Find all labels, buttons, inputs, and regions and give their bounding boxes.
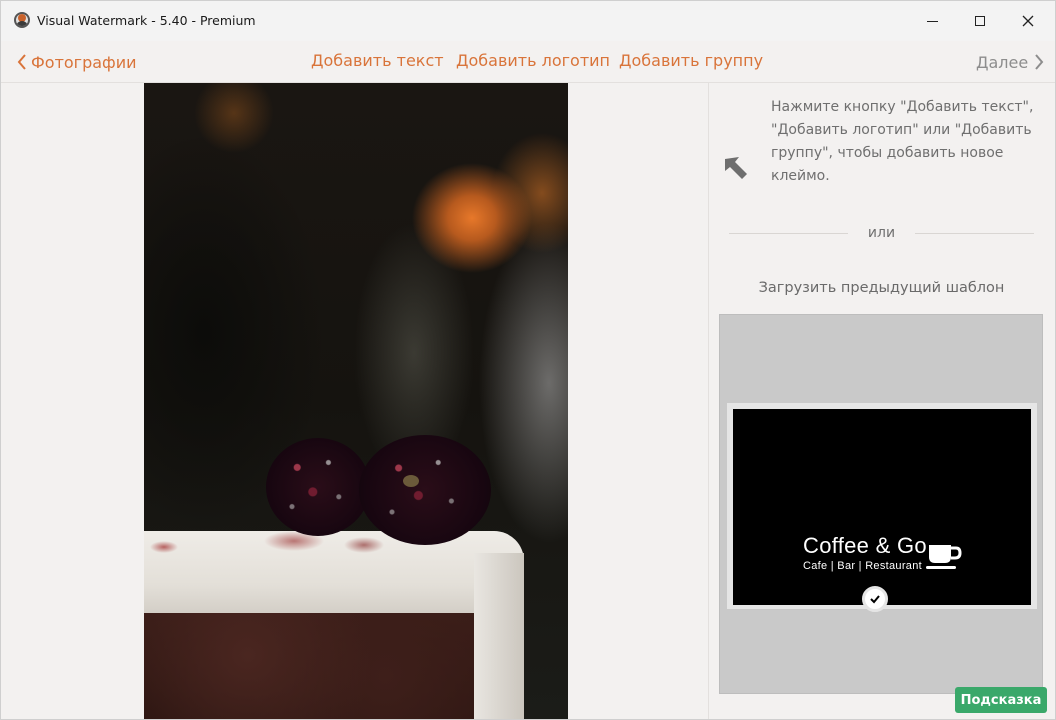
photo-preview[interactable] — [144, 83, 568, 719]
minimize-button[interactable] — [909, 1, 955, 41]
template-logo: Coffee & Go Cafe | Bar | Restaurant — [803, 533, 927, 572]
cake-frosting — [144, 531, 524, 621]
divider-line — [729, 232, 848, 234]
add-text-button[interactable]: Добавить текст — [311, 51, 444, 70]
back-to-photos-button[interactable]: Фотографии — [17, 51, 137, 73]
template-logo-subtitle: Cafe | Bar | Restaurant — [803, 560, 922, 572]
help-button[interactable]: Подсказка — [955, 687, 1047, 713]
main-toolbar: Фотографии Добавить текст Добавить логот… — [1, 41, 1055, 83]
add-logo-button[interactable]: Добавить логотип — [456, 51, 610, 70]
blackberry — [359, 435, 491, 545]
or-divider: или — [729, 223, 1034, 243]
close-button[interactable] — [1005, 1, 1051, 41]
close-icon — [1022, 15, 1034, 27]
preview-area — [1, 83, 707, 719]
hint-text: Нажмите кнопку "Добавить текст", "Добави… — [771, 99, 1034, 184]
chevron-right-icon — [1035, 54, 1044, 70]
divider-line — [915, 232, 1034, 234]
back-label: Фотографии — [31, 52, 137, 72]
next-button[interactable]: Далее — [976, 51, 1044, 73]
next-label: Далее — [976, 52, 1029, 72]
add-group-button[interactable]: Добавить группу — [619, 51, 763, 70]
or-label: или — [867, 225, 896, 241]
app-window: Visual Watermark - 5.40 - Premium Фотогр… — [0, 0, 1056, 720]
maximize-icon — [975, 16, 985, 26]
template-logo-title: Coffee & Go — [803, 533, 927, 558]
maximize-button[interactable] — [957, 1, 1003, 41]
template-badge[interactable] — [862, 586, 888, 612]
arrow-up-left-icon — [725, 157, 747, 179]
checkmark-icon — [870, 595, 880, 604]
chevron-left-icon — [17, 54, 26, 70]
coffee-cup-icon — [926, 545, 962, 569]
cake-sponge — [144, 613, 489, 719]
title-bar: Visual Watermark - 5.40 - Premium — [1, 1, 1055, 41]
load-template-label: Загрузить предыдущий шаблон — [758, 280, 1005, 296]
app-logo-icon — [14, 12, 30, 28]
cake-side — [474, 553, 524, 719]
minimize-icon — [926, 20, 938, 22]
template-item[interactable]: Coffee & Go Cafe | Bar | Restaurant — [727, 403, 1037, 612]
blackberry — [266, 438, 370, 536]
template-list[interactable]: Coffee & Go Cafe | Bar | Restaurant — [719, 314, 1043, 694]
template-preview: Coffee & Go Cafe | Bar | Restaurant — [733, 409, 1031, 605]
window-title: Visual Watermark - 5.40 - Premium — [37, 13, 256, 28]
side-panel: Нажмите кнопку "Добавить текст", "Добави… — [708, 83, 1055, 719]
